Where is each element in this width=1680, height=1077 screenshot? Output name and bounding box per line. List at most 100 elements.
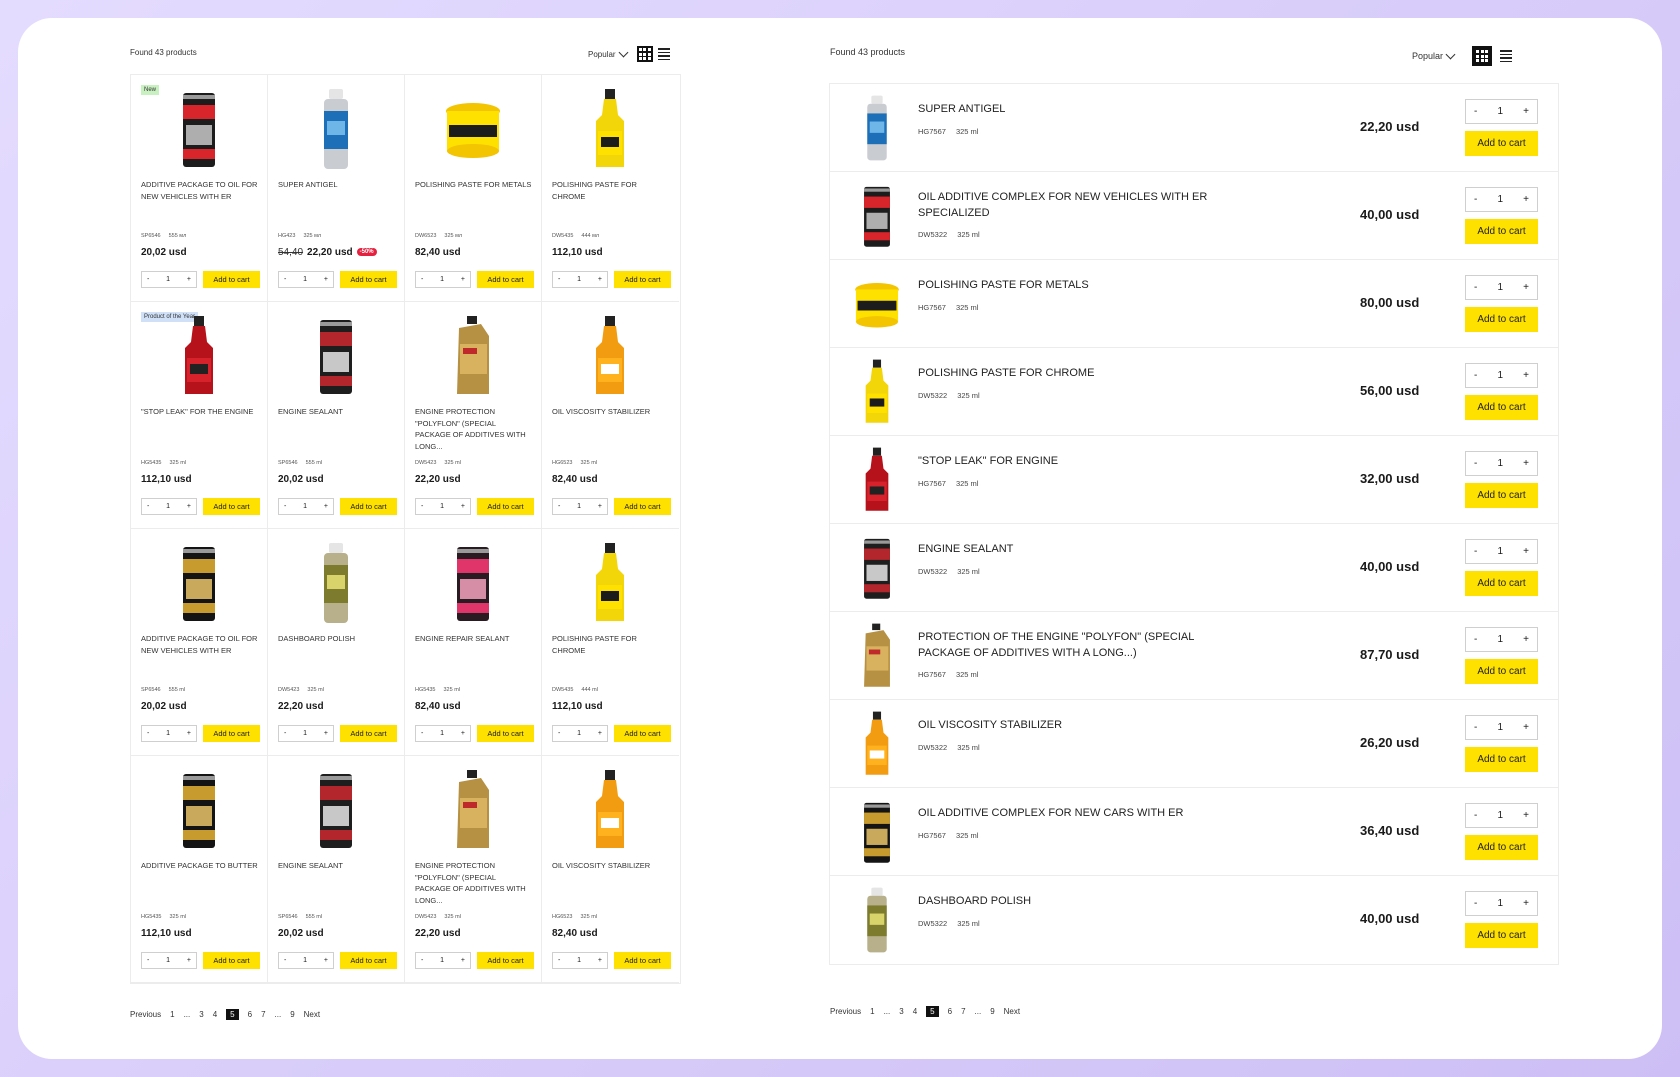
quantity-value[interactable]: 1	[440, 957, 444, 964]
product-card[interactable]: POLISHING PASTE FOR CHROME DW5435 444 мл 11…	[542, 75, 679, 302]
product-image[interactable]	[443, 314, 503, 398]
decrease-button[interactable]: -	[284, 957, 286, 964]
quantity-value[interactable]: 1	[1497, 810, 1503, 821]
add-to-cart-button[interactable]: Add to cart	[614, 952, 671, 969]
product-image[interactable]	[848, 94, 906, 162]
product-card[interactable]: ENGINE SEALANT SP6546 555 ml 20,02 usd - 1 + Ad…	[268, 756, 405, 983]
product-name[interactable]: DASHBOARD POLISH	[278, 633, 396, 645]
decrease-button[interactable]: -	[284, 730, 286, 737]
quantity-value[interactable]: 1	[577, 730, 581, 737]
increase-button[interactable]: +	[598, 276, 602, 283]
product-name[interactable]: POLISHING PASTE FOR METALS	[918, 277, 1248, 293]
product-image[interactable]	[848, 886, 906, 954]
add-to-cart-button[interactable]: Add to cart	[1465, 395, 1538, 420]
quantity-value[interactable]: 1	[166, 503, 170, 510]
add-to-cart-button[interactable]: Add to cart	[340, 271, 397, 288]
product-name[interactable]: ENGINE SEALANT	[278, 860, 396, 872]
increase-button[interactable]: +	[1523, 370, 1529, 381]
increase-button[interactable]: +	[1523, 282, 1529, 293]
quantity-value[interactable]: 1	[1497, 106, 1503, 117]
product-image[interactable]	[169, 314, 229, 398]
pagination-page[interactable]: 4	[913, 1007, 917, 1016]
quantity-value[interactable]: 1	[1497, 194, 1503, 205]
increase-button[interactable]: +	[187, 730, 191, 737]
chevron-down-icon[interactable]	[1445, 49, 1456, 59]
product-image[interactable]	[580, 87, 640, 171]
add-to-cart-button[interactable]: Add to cart	[1465, 659, 1538, 684]
product-image[interactable]	[443, 541, 503, 625]
product-image[interactable]	[443, 87, 503, 171]
increase-button[interactable]: +	[324, 957, 328, 964]
grid-view-icon[interactable]	[636, 46, 653, 62]
product-name[interactable]: "STOP LEAK" FOR THE ENGINE	[141, 406, 259, 418]
product-card[interactable]: ENGINE SEALANT SP6546 555 ml 20,02 usd - 1 + Ad…	[268, 302, 405, 529]
decrease-button[interactable]: -	[558, 276, 560, 283]
add-to-cart-button[interactable]: Add to cart	[477, 271, 534, 288]
product-name[interactable]: DASHBOARD POLISH	[918, 893, 1248, 909]
quantity-value[interactable]: 1	[577, 957, 581, 964]
quantity-value[interactable]: 1	[166, 730, 170, 737]
add-to-cart-button[interactable]: Add to cart	[203, 271, 260, 288]
pagination-next[interactable]: Next	[1004, 1007, 1020, 1016]
decrease-button[interactable]: -	[284, 503, 286, 510]
product-name[interactable]: ENGINE PROTECTION "POLYFLON" (SPECIAL PA…	[415, 406, 533, 452]
increase-button[interactable]: +	[1523, 634, 1529, 645]
product-card[interactable]: New ADDITIVE PACKAGE TO OIL FOR NEW VEHIC…	[131, 75, 268, 302]
product-name[interactable]: OIL ADDITIVE COMPLEX FOR NEW VEHICLES WI…	[918, 189, 1248, 221]
add-to-cart-button[interactable]: Add to cart	[1465, 571, 1538, 596]
pagination-page[interactable]: 7	[961, 1007, 965, 1016]
decrease-button[interactable]: -	[147, 730, 149, 737]
product-name[interactable]: ENGINE REPAIR SEALANT	[415, 633, 533, 645]
quantity-value[interactable]: 1	[1497, 898, 1503, 909]
add-to-cart-button[interactable]: Add to cart	[203, 498, 260, 515]
product-image[interactable]	[580, 768, 640, 852]
add-to-cart-button[interactable]: Add to cart	[1465, 307, 1538, 332]
quantity-value[interactable]: 1	[1497, 722, 1503, 733]
pagination-previous[interactable]: Previous	[130, 1010, 161, 1019]
add-to-cart-button[interactable]: Add to cart	[477, 498, 534, 515]
decrease-button[interactable]: -	[558, 730, 560, 737]
product-name[interactable]: OIL VISCOSITY STABILIZER	[552, 406, 670, 418]
product-image[interactable]	[848, 446, 906, 514]
quantity-value[interactable]: 1	[440, 503, 444, 510]
add-to-cart-button[interactable]: Add to cart	[203, 952, 260, 969]
product-name[interactable]: PROTECTION OF THE ENGINE "POLYFON" (SPEC…	[918, 629, 1248, 661]
increase-button[interactable]: +	[187, 503, 191, 510]
pagination-page[interactable]: 7	[261, 1010, 265, 1019]
product-name[interactable]: POLISHING PASTE FOR METALS	[415, 179, 533, 191]
product-card[interactable]: Product of the Year "STOP LEAK" FOR THE E…	[131, 302, 268, 529]
list-view-icon[interactable]	[657, 46, 673, 62]
product-row[interactable]: PROTECTION OF THE ENGINE "POLYFON" (SPEC…	[830, 612, 1558, 700]
product-name[interactable]: OIL VISCOSITY STABILIZER	[552, 860, 670, 872]
quantity-value[interactable]: 1	[303, 957, 307, 964]
product-card[interactable]: ENGINE PROTECTION "POLYFLON" (SPECIAL PA…	[405, 756, 542, 983]
product-row[interactable]: OIL VISCOSITY STABILIZER DW5322 325 ml 26,2…	[830, 700, 1558, 788]
product-row[interactable]: OIL ADDITIVE COMPLEX FOR NEW CARS WITH E…	[830, 788, 1558, 876]
quantity-value[interactable]: 1	[303, 276, 307, 283]
pagination-page[interactable]: 6	[248, 1010, 252, 1019]
add-to-cart-button[interactable]: Add to cart	[203, 725, 260, 742]
quantity-value[interactable]: 1	[577, 503, 581, 510]
product-row[interactable]: "STOP LEAK" FOR ENGINE HG7567 325 ml 32,00 …	[830, 436, 1558, 524]
decrease-button[interactable]: -	[147, 503, 149, 510]
decrease-button[interactable]: -	[147, 276, 149, 283]
increase-button[interactable]: +	[324, 730, 328, 737]
product-image[interactable]	[306, 768, 366, 852]
product-name[interactable]: POLISHING PASTE FOR CHROME	[918, 365, 1248, 381]
increase-button[interactable]: +	[187, 276, 191, 283]
decrease-button[interactable]: -	[284, 276, 286, 283]
decrease-button[interactable]: -	[1474, 458, 1477, 469]
product-name[interactable]: ENGINE PROTECTION "POLYFLON" (SPECIAL PA…	[415, 860, 533, 906]
product-name[interactable]: ADDITIVE PACKAGE TO BUTTER	[141, 860, 259, 872]
decrease-button[interactable]: -	[421, 276, 423, 283]
product-name[interactable]: POLISHING PASTE FOR CHROME	[552, 633, 670, 656]
add-to-cart-button[interactable]: Add to cart	[1465, 835, 1538, 860]
product-card[interactable]: SUPER ANTIGEL HG423 325 мл 54,40 22,20 usd -5…	[268, 75, 405, 302]
product-row[interactable]: ENGINE SEALANT DW5322 325 ml 40,00 usd - 1 + Ad…	[830, 524, 1558, 612]
quantity-value[interactable]: 1	[440, 276, 444, 283]
pagination-next[interactable]: Next	[304, 1010, 320, 1019]
increase-button[interactable]: +	[1523, 194, 1529, 205]
product-row[interactable]: DASHBOARD POLISH DW5322 325 ml 40,00 usd - 1 +…	[830, 876, 1558, 964]
quantity-value[interactable]: 1	[1497, 634, 1503, 645]
pagination-page[interactable]: 5	[926, 1006, 939, 1017]
